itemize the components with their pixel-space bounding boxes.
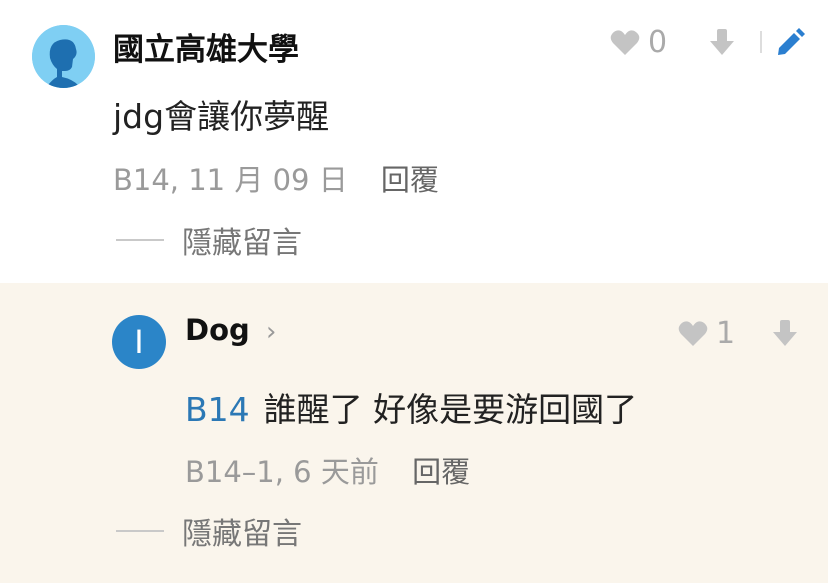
comment: 國立高雄大學 0 jdg會讓你夢醒 B14, 11 月 09 日 回覆 隱藏留言 <box>0 0 828 283</box>
reply-author[interactable]: Dog <box>185 313 250 347</box>
reply-comment: I Dog › 1 B14 誰醒了 好像是要游回國了 B14–1, 6 天前 回覆… <box>0 283 828 583</box>
reply-button[interactable]: 回覆 <box>412 455 470 489</box>
floor-tag-link[interactable]: B14 <box>185 390 250 429</box>
avatar[interactable]: I <box>112 315 166 369</box>
hide-comment-label: 隱藏留言 <box>182 517 302 552</box>
like-count: 0 <box>648 25 668 60</box>
reply-button[interactable]: 回覆 <box>381 163 439 197</box>
pencil-icon[interactable] <box>775 28 805 58</box>
reply-floor-date: B14–1, 6 天前 <box>185 455 379 489</box>
reply-meta: B14–1, 6 天前 回覆 <box>185 449 470 491</box>
reply-text: B14 誰醒了 好像是要游回國了 <box>185 383 637 431</box>
hide-comment-button[interactable]: 隱藏留言 <box>116 509 302 553</box>
like-button[interactable]: 1 <box>678 316 735 351</box>
comment-meta: B14, 11 月 09 日 回覆 <box>113 157 439 199</box>
comment-floor-date: B14, 11 月 09 日 <box>113 163 348 197</box>
divider <box>760 31 762 53</box>
arrow-down-icon[interactable] <box>708 27 736 57</box>
dash-divider <box>116 530 164 532</box>
heart-icon <box>678 321 708 346</box>
hide-comment-button[interactable]: 隱藏留言 <box>116 218 302 262</box>
chevron-right-icon[interactable]: › <box>266 317 276 347</box>
arrow-down-icon[interactable] <box>771 318 799 348</box>
like-count: 1 <box>716 316 736 351</box>
hide-comment-label: 隱藏留言 <box>182 226 302 261</box>
avatar[interactable] <box>32 25 95 88</box>
heart-icon <box>610 30 640 55</box>
comment-text: jdg會讓你夢醒 <box>113 97 330 136</box>
dash-divider <box>116 239 164 241</box>
like-button[interactable]: 0 <box>610 25 667 60</box>
comment-author[interactable]: 國立高雄大學 <box>113 24 299 69</box>
reply-body: 誰醒了 好像是要游回國了 <box>263 390 638 429</box>
